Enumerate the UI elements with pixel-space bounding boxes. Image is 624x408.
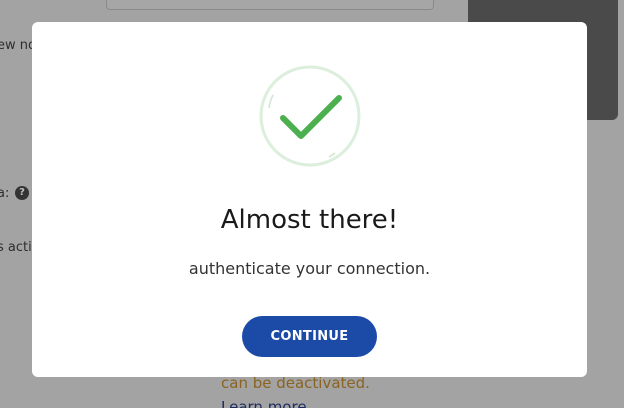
page: ew no a: ? s activ can be deactivated. L…	[0, 0, 624, 408]
continue-button[interactable]: CONTINUE	[242, 316, 377, 357]
background-input	[106, 0, 434, 10]
check-circle-icon	[259, 65, 361, 167]
learn-more-link: Learn more	[221, 398, 307, 408]
background-text-label: a:	[0, 186, 10, 201]
modal-title: Almost there!	[220, 205, 399, 235]
modal-subtitle: authenticate your connection.	[188, 259, 431, 278]
background-text-new: ew no	[0, 38, 36, 53]
help-icon: ?	[15, 186, 29, 200]
success-modal: Almost there! authenticate your connecti…	[32, 22, 587, 377]
